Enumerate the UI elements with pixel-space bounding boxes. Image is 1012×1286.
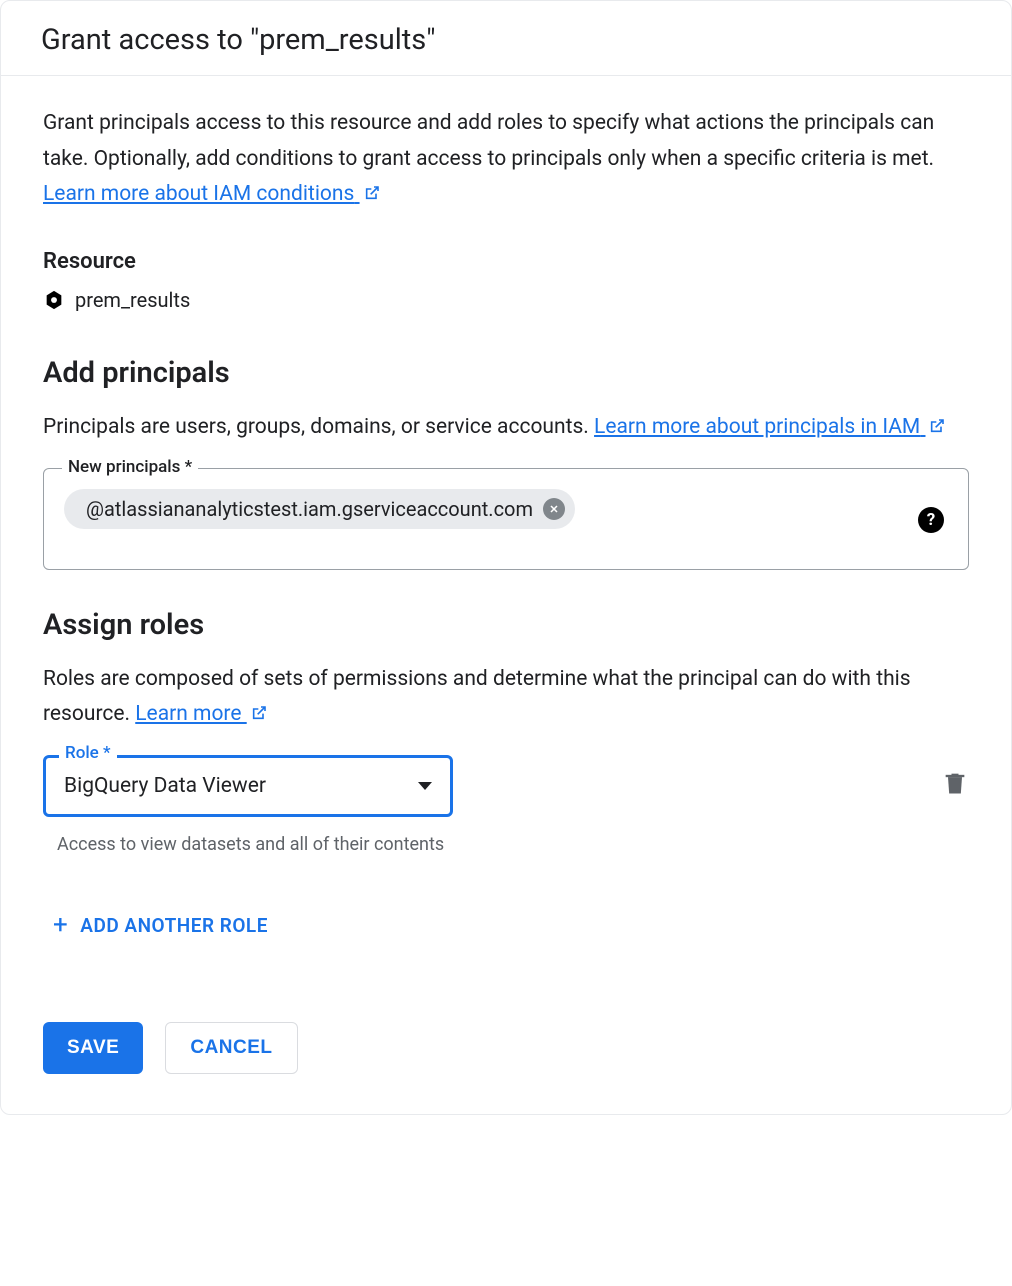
remove-principal-icon[interactable] xyxy=(543,498,565,520)
page-title: Grant access to "prem_results" xyxy=(41,23,971,57)
roles-link-text: Learn more xyxy=(135,702,241,726)
role-helper-text: Access to view datasets and all of their… xyxy=(57,831,449,858)
iam-conditions-link-text: Learn more about IAM conditions xyxy=(43,182,354,206)
external-link-icon xyxy=(929,418,945,434)
add-another-role-button[interactable]: + ADD ANOTHER ROLE xyxy=(43,906,278,944)
help-icon[interactable]: ? xyxy=(918,507,944,533)
intro-text: Grant principals access to this resource… xyxy=(43,111,934,171)
cancel-button-label: CANCEL xyxy=(190,1037,272,1059)
add-principals-heading: Add principals xyxy=(43,356,969,390)
role-select[interactable]: BigQuery Data Viewer xyxy=(43,755,453,817)
delete-role-icon[interactable] xyxy=(941,769,969,797)
role-field-label: Role * xyxy=(59,743,117,763)
assign-roles-heading: Assign roles xyxy=(43,608,969,642)
principals-desc-text: Principals are users, groups, domains, o… xyxy=(43,415,594,439)
roles-learn-more-link[interactable]: Learn more xyxy=(135,702,266,726)
principals-link-text: Learn more about principals in IAM xyxy=(594,415,920,439)
intro-paragraph: Grant principals access to this resource… xyxy=(43,106,969,213)
principals-learn-more-link[interactable]: Learn more about principals in IAM xyxy=(594,415,945,439)
roles-description: Roles are composed of sets of permission… xyxy=(43,662,969,733)
hexagon-icon xyxy=(43,289,65,311)
plus-icon: + xyxy=(53,912,68,938)
external-link-icon xyxy=(364,185,380,201)
panel-header: Grant access to "prem_results" xyxy=(1,1,1011,76)
save-button[interactable]: SAVE xyxy=(43,1022,143,1074)
external-link-icon xyxy=(251,705,267,721)
cancel-button[interactable]: CANCEL xyxy=(165,1022,297,1074)
principal-chip-text: @atlassiananalyticstest.iam.gserviceacco… xyxy=(86,497,533,521)
principal-chip[interactable]: @atlassiananalyticstest.iam.gserviceacco… xyxy=(64,489,575,529)
iam-conditions-link[interactable]: Learn more about IAM conditions xyxy=(43,182,380,206)
chevron-down-icon xyxy=(418,782,432,790)
grant-access-panel: Grant access to "prem_results" Grant pri… xyxy=(0,0,1012,1115)
resource-name: prem_results xyxy=(75,288,190,312)
role-selected-value: BigQuery Data Viewer xyxy=(64,774,266,798)
resource-row: prem_results xyxy=(43,288,969,312)
new-principals-field[interactable]: New principals * @atlassiananalyticstest… xyxy=(43,468,969,570)
principals-description: Principals are users, groups, domains, o… xyxy=(43,410,969,446)
add-another-role-label: ADD ANOTHER ROLE xyxy=(80,914,268,937)
resource-heading: Resource xyxy=(43,249,969,274)
new-principals-label: New principals * xyxy=(62,457,198,477)
save-button-label: SAVE xyxy=(67,1037,119,1059)
